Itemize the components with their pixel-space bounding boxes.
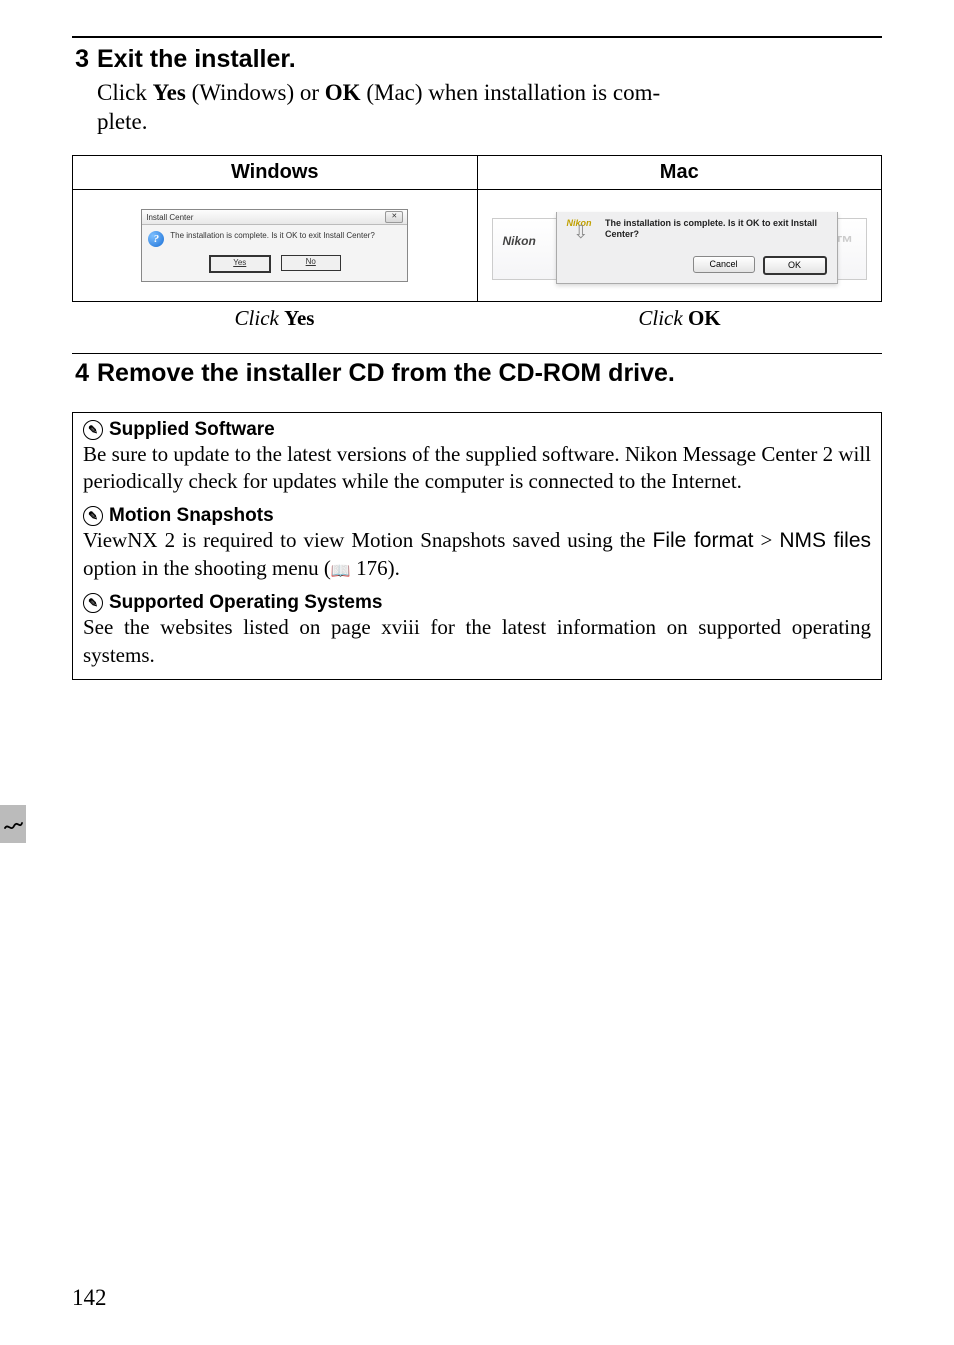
squiggle-icon <box>3 814 23 834</box>
pencil-icon: ✎ <box>83 420 103 440</box>
side-tab-connect <box>0 805 26 843</box>
ok-button[interactable]: OK <box>763 256 827 275</box>
windows-dialog: Install Center ✕ ? The installation is c… <box>141 209 408 282</box>
mac-caption: Click OK <box>477 302 882 341</box>
win-dialog-title: Install Center <box>146 213 193 222</box>
windows-caption: Click Yes <box>72 302 477 341</box>
step3-title: Exit the installer. <box>97 46 296 74</box>
mac-dialog-message: The installation is complete. Is it OK t… <box>605 218 826 240</box>
step4-title: Remove the installer CD from the CD-ROM … <box>97 360 675 388</box>
note-title-os: Supported Operating Systems <box>109 592 382 614</box>
yes-button[interactable]: Yes <box>209 255 271 273</box>
cancel-button[interactable]: Cancel <box>693 256 755 273</box>
download-arrow-icon: ⇩ <box>573 225 588 239</box>
mac-bg-brand: Nikon <box>503 234 536 248</box>
note-text-supplied: Be sure to update to the latest versions… <box>83 441 871 496</box>
win-dialog-message: The installation is complete. Is it OK t… <box>170 231 375 240</box>
question-icon: ? <box>148 231 164 247</box>
no-button[interactable]: No <box>281 255 341 271</box>
note-box: ✎ Supplied Software Be sure to update to… <box>72 412 882 680</box>
note-text-motion: ViewNX 2 is required to view Motion Snap… <box>83 527 871 582</box>
note-text-os: See the websites listed on page xviii fo… <box>83 614 871 669</box>
close-icon[interactable]: ✕ <box>385 211 403 223</box>
step3-number: 3 <box>72 46 89 72</box>
os-header-mac: Mac <box>477 156 882 190</box>
note-title-supplied: Supplied Software <box>109 419 275 441</box>
pencil-icon: ✎ <box>83 506 103 526</box>
note-title-motion: Motion Snapshots <box>109 505 274 527</box>
pencil-icon: ✎ <box>83 593 103 613</box>
step3-body: Click Yes (Windows) or OK (Mac) when ins… <box>97 78 882 138</box>
mac-dialog: Nikon IX 2™ Install Nikon ⇩ The installa… <box>486 212 874 280</box>
os-table: Windows Mac Install Center ✕ ? The insta… <box>72 155 882 302</box>
os-header-windows: Windows <box>73 156 478 190</box>
step4-number: 4 <box>72 360 89 386</box>
book-icon: 📖 <box>331 562 351 583</box>
page-number: 142 <box>72 1285 107 1311</box>
